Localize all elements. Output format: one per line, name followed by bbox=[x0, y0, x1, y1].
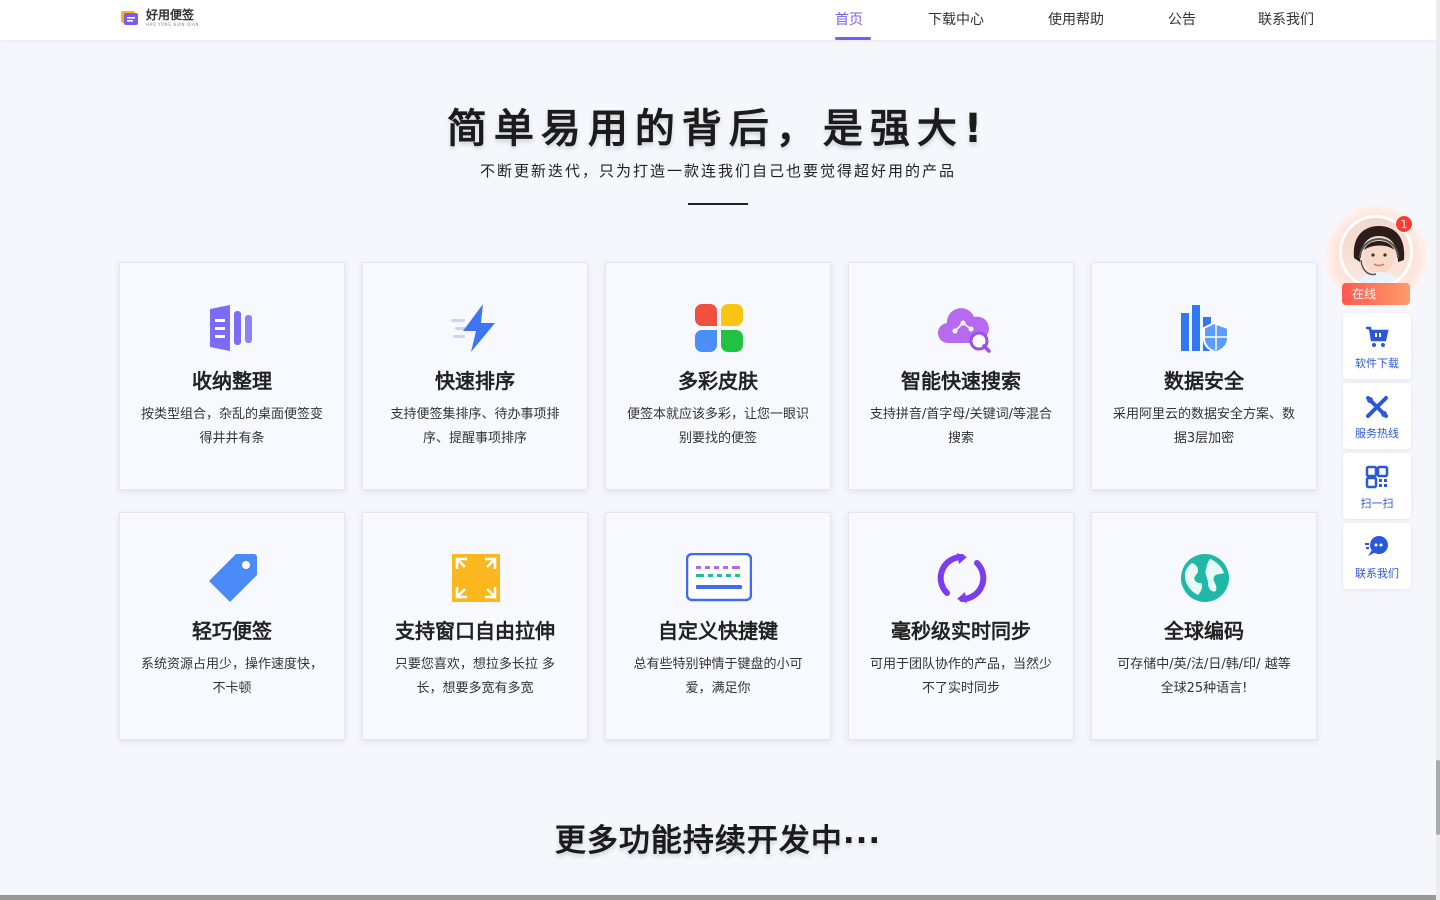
shield-icon bbox=[1180, 303, 1230, 354]
hero-divider bbox=[688, 203, 748, 205]
keyboard-icon bbox=[685, 552, 753, 603]
tools-icon bbox=[1366, 396, 1388, 418]
feature-title: 多彩皮肤 bbox=[678, 369, 758, 393]
hero-title: 简单易用的背后，是强大! bbox=[446, 106, 990, 152]
feature-desc: 可存储中/英/法/日/韩/印/ 越等全球25种语言! bbox=[1117, 657, 1291, 696]
side-scan-button[interactable]: 扫一扫 bbox=[1343, 453, 1411, 519]
online-status: 在线 bbox=[1342, 283, 1410, 305]
feature-card-lightweight: 轻巧便签 系统资源占用少，操作速度快，不卡顿 bbox=[119, 512, 345, 740]
feature-title: 收纳整理 bbox=[192, 369, 272, 393]
side-scan-label: 扫一扫 bbox=[1360, 497, 1394, 510]
unread-badge: 1 bbox=[1395, 215, 1413, 233]
feature-title: 自定义快捷键 bbox=[658, 619, 778, 643]
logo-title: 好用便签 bbox=[146, 8, 195, 22]
logo-icon bbox=[120, 8, 140, 28]
feature-card-organize: 收纳整理 按类型组合，杂乱的桌面便签变得井井有条 bbox=[119, 262, 345, 490]
feature-card-sync: 毫秒级实时同步 可用于团队协作的产品，当然少不了实时同步 bbox=[848, 512, 1074, 740]
feature-title: 快速排序 bbox=[435, 369, 515, 393]
nav-download-center[interactable]: 下载中心 bbox=[928, 0, 988, 40]
feature-title: 毫秒级实时同步 bbox=[891, 619, 1031, 643]
qrcode-icon bbox=[1365, 465, 1389, 489]
site-logo[interactable]: 好用便签 HAO YONG BIAN QIAN bbox=[120, 8, 199, 28]
side-contact-button[interactable]: 联系我们 bbox=[1343, 523, 1411, 589]
top-header: 好用便签 HAO YONG BIAN QIAN 首页 下载中心 使用帮助 公告 … bbox=[0, 0, 1436, 40]
feature-card-shortcut: 自定义快捷键 总有些特别钟情于键盘的小可爱，满足你 bbox=[605, 512, 831, 740]
tag-icon bbox=[208, 553, 258, 603]
nav-contact[interactable]: 联系我们 bbox=[1258, 0, 1318, 40]
nav-help[interactable]: 使用帮助 bbox=[1048, 0, 1108, 40]
feature-desc: 便签本就应该多彩，让您一眼识别要找的便签 bbox=[626, 407, 809, 446]
feature-card-sort: 快速排序 支持便签集排序、待办事项排序、提醒事项排序 bbox=[362, 262, 588, 490]
feature-card-skins: 多彩皮肤 便签本就应该多彩，让您一眼识别要找的便签 bbox=[605, 262, 831, 490]
lightning-icon bbox=[451, 303, 501, 353]
feature-desc: 按类型组合，杂乱的桌面便签变得井井有条 bbox=[140, 407, 323, 446]
feature-card-encoding: 全球编码 可存储中/英/法/日/韩/印/ 越等全球25种语言! bbox=[1091, 512, 1317, 740]
cloud-search-icon bbox=[937, 303, 991, 353]
nav-home[interactable]: 首页 bbox=[835, 0, 871, 40]
globe-icon bbox=[1180, 553, 1230, 603]
feature-desc: 只要您喜欢，想拉多长拉 多长，想要多宽有多宽 bbox=[394, 657, 556, 696]
nav-announcement[interactable]: 公告 bbox=[1168, 0, 1198, 40]
resize-icon bbox=[451, 553, 501, 603]
feature-desc: 支持拼音/首字母/关键词/等混合搜索 bbox=[869, 407, 1053, 446]
side-contact-label: 联系我们 bbox=[1355, 567, 1399, 580]
vertical-scrollbar[interactable] bbox=[1436, 0, 1440, 900]
side-hotline-button[interactable]: 服务热线 bbox=[1343, 383, 1411, 449]
main-nav: 首页 下载中心 使用帮助 公告 联系我们 bbox=[835, 0, 1318, 40]
sync-icon bbox=[937, 553, 987, 603]
logo-subtitle: HAO YONG BIAN QIAN bbox=[146, 22, 199, 27]
more-features-heading: 更多功能持续开发中··· bbox=[554, 823, 882, 859]
feature-card-search: 智能快速搜索 支持拼音/首字母/关键词/等混合搜索 bbox=[848, 262, 1074, 490]
chat-icon bbox=[1365, 536, 1388, 556]
organize-icon bbox=[208, 303, 258, 353]
feature-title: 全球编码 bbox=[1164, 619, 1244, 643]
feature-title: 支持窗口自由拉伸 bbox=[395, 619, 555, 643]
side-download-label: 软件下载 bbox=[1355, 357, 1399, 370]
feature-desc: 支持便签集排序、待办事项排序、提醒事项排序 bbox=[390, 407, 560, 446]
feature-title: 数据安全 bbox=[1164, 369, 1244, 393]
feature-card-security: 数据安全 采用阿里云的数据安全方案、数据3层加密 bbox=[1091, 262, 1317, 490]
feature-desc: 系统资源占用少，操作速度快，不卡顿 bbox=[140, 657, 323, 696]
feature-desc: 总有些特别钟情于键盘的小可爱，满足你 bbox=[633, 657, 803, 696]
horizontal-scrollbar[interactable] bbox=[0, 895, 1436, 900]
feature-desc: 可用于团队协作的产品，当然少不了实时同步 bbox=[869, 657, 1052, 696]
side-hotline-label: 服务热线 bbox=[1355, 427, 1399, 440]
side-download-button[interactable]: 软件下载 bbox=[1343, 313, 1411, 379]
hero-subtitle: 不断更新迭代，只为打造一款连我们自己也要觉得超好用的产品 bbox=[479, 162, 956, 180]
feature-desc: 采用阿里云的数据安全方案、数据3层加密 bbox=[1112, 407, 1295, 446]
feature-title: 智能快速搜索 bbox=[901, 369, 1021, 393]
clover-icon bbox=[694, 303, 744, 353]
cart-icon bbox=[1366, 326, 1389, 347]
feature-card-resize: 支持窗口自由拉伸 只要您喜欢，想拉多长拉 多长，想要多宽有多宽 bbox=[362, 512, 588, 740]
customer-service-widget[interactable]: 1 在线 bbox=[1325, 205, 1427, 307]
feature-title: 轻巧便签 bbox=[192, 619, 272, 643]
vertical-scrollbar-thumb[interactable] bbox=[1436, 760, 1440, 835]
